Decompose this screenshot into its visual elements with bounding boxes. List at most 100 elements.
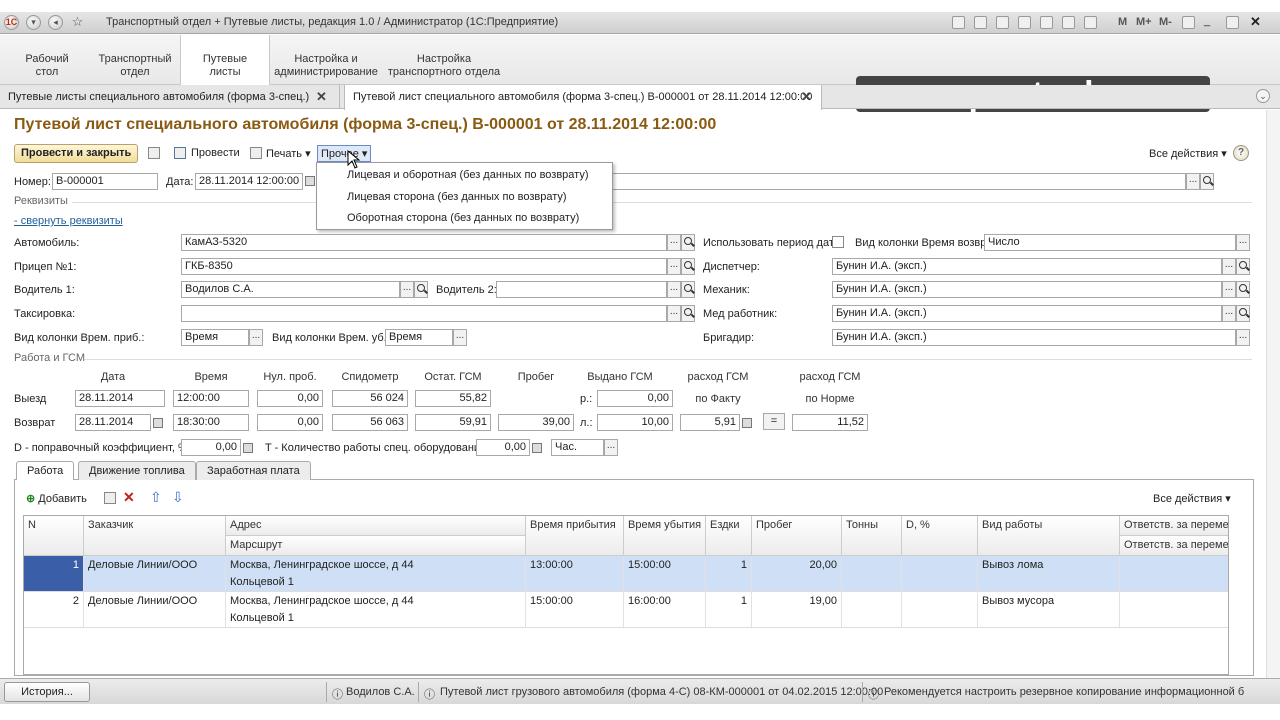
window-restore-icon[interactable] <box>1182 16 1195 29</box>
taxi-select-button[interactable]: ... <box>667 305 681 322</box>
status-user[interactable]: Водилов С.А. <box>346 686 415 698</box>
departure-remain-field[interactable]: 55,82 <box>415 390 491 407</box>
mechanic-field[interactable]: Бунин И.А. (эксп.) <box>832 281 1222 298</box>
section-transport[interactable]: Транспортный отдел <box>90 35 180 85</box>
maximize-icon[interactable] <box>1226 16 1239 29</box>
menu-item-front-back[interactable]: Лицевая и оборотная (без данных по возвр… <box>347 169 589 181</box>
return-column-field[interactable]: Число <box>984 234 1236 251</box>
medic-field[interactable]: Бунин И.А. (эксп.) <box>832 305 1222 322</box>
status-hint[interactable]: Рекомендуется настроить резервное копиро… <box>884 686 1244 698</box>
fuel-norm-field[interactable]: 11,52 <box>792 414 868 431</box>
add-row-button[interactable]: ⊕ Добавить <box>26 492 87 505</box>
number-field[interactable]: В-000001 <box>52 173 158 190</box>
toolbar-icon-6[interactable] <box>1062 16 1075 29</box>
toolbar-icon-4[interactable] <box>1018 16 1031 29</box>
menu-icon[interactable]: ▾ <box>26 15 41 30</box>
departure-date-field[interactable]: 28.11.2014 <box>75 390 165 407</box>
history-button[interactable]: История... <box>4 682 90 702</box>
search-icon[interactable] <box>681 234 695 251</box>
calendar-icon[interactable] <box>305 176 315 186</box>
post-and-close-button[interactable]: Провести и закрыть <box>14 144 139 163</box>
search-icon[interactable] <box>1236 281 1250 298</box>
search-icon[interactable] <box>414 281 428 298</box>
table-row[interactable]: 2 Деловые Линии/ООО Москва, Ленинградско… <box>24 592 1228 628</box>
departure-column-select[interactable]: ... <box>453 329 467 346</box>
departure-time-field[interactable]: 12:00:00 <box>173 390 249 407</box>
departure-speedometer-field[interactable]: 56 024 <box>332 390 408 407</box>
table-header-work-type[interactable]: Вид работы <box>978 516 1120 556</box>
tabs-menu-icon[interactable]: ⌄ <box>1256 89 1270 103</box>
memory-minus-button[interactable]: M- <box>1159 16 1172 28</box>
equals-button[interactable]: = <box>763 413 785 430</box>
back-icon[interactable]: ◂ <box>48 15 63 30</box>
help-icon[interactable]: ? <box>1233 145 1249 161</box>
save-icon[interactable] <box>148 147 160 159</box>
return-zero-field[interactable]: 0,00 <box>257 414 323 431</box>
driver1-field[interactable]: Водилов С.А. <box>181 281 400 298</box>
work-unit-field[interactable]: Час. <box>551 439 604 456</box>
all-actions-button[interactable]: Все действия ▾ <box>1149 147 1227 160</box>
departure-zero-field[interactable]: 0,00 <box>257 390 323 407</box>
brigadier-select[interactable]: ... <box>1236 329 1250 346</box>
taxi-field[interactable] <box>181 305 667 322</box>
app-logo-icon[interactable]: 1C <box>4 15 19 30</box>
menu-item-front[interactable]: Лицевая сторона (без данных по возврату) <box>347 191 567 203</box>
return-date-field[interactable]: 28.11.2014 <box>75 414 151 431</box>
dispatcher-select[interactable]: ... <box>1222 258 1236 275</box>
car-select-button[interactable]: ... <box>667 234 681 251</box>
return-column-select[interactable]: ... <box>1236 234 1250 251</box>
arrival-column-field[interactable]: Время <box>181 329 249 346</box>
use-period-checkbox[interactable] <box>832 236 844 248</box>
memory-plus-button[interactable]: M+ <box>1136 16 1152 28</box>
copy-icon[interactable] <box>104 492 116 504</box>
car-field[interactable]: КамАЗ-5320 <box>181 234 667 251</box>
menu-item-back[interactable]: Оборотная сторона (без данных по возврат… <box>347 212 579 224</box>
table-header-depart[interactable]: Время убытия <box>624 516 706 556</box>
table-header-mileage[interactable]: Пробег <box>752 516 842 556</box>
section-desktop[interactable]: Рабочий стол <box>14 35 80 85</box>
table-header-tons[interactable]: Тонны <box>842 516 902 556</box>
driver1-select-button[interactable]: ... <box>400 281 414 298</box>
toolbar-icon-5[interactable] <box>1040 16 1053 29</box>
calendar-icon[interactable] <box>153 418 163 428</box>
move-up-icon[interactable]: ⇧ <box>150 489 162 506</box>
table-header-d[interactable]: D, % <box>902 516 978 556</box>
tab-salary[interactable]: Заработная плата <box>196 461 311 480</box>
memory-m-button[interactable]: M <box>1118 16 1127 28</box>
section-waybills[interactable]: Путевые листы <box>180 35 270 86</box>
return-speedometer-field[interactable]: 56 063 <box>332 414 408 431</box>
table-header-trips[interactable]: Ездки <box>706 516 752 556</box>
toolbar-icon-3[interactable] <box>996 16 1009 29</box>
search-icon[interactable] <box>681 258 695 275</box>
delete-icon[interactable]: ✕ <box>123 489 135 506</box>
table-header-route[interactable]: Марсшрут <box>226 536 526 556</box>
favorites-star-icon[interactable]: ☆ <box>70 15 85 30</box>
org-select-button[interactable]: ... <box>1186 173 1200 190</box>
work-qty-field[interactable]: 0,00 <box>476 439 530 456</box>
collapse-requisites-link[interactable]: - свернуть реквизиты <box>14 215 123 227</box>
calculator-icon[interactable] <box>243 443 253 453</box>
driver2-field[interactable] <box>496 281 667 298</box>
calculator-icon[interactable] <box>532 443 542 453</box>
vertical-scrollbar[interactable] <box>1266 110 1280 678</box>
tab-waybill-document[interactable]: Путевой лист специального автомобиля (фо… <box>344 85 822 110</box>
search-icon[interactable] <box>681 305 695 322</box>
toolbar-icon-2[interactable] <box>974 16 987 29</box>
medic-select[interactable]: ... <box>1222 305 1236 322</box>
brigadier-field[interactable]: Бунин И.А. (эксп.) <box>832 329 1236 346</box>
search-icon[interactable] <box>681 281 695 298</box>
toolbar-icon-7[interactable] <box>1084 16 1097 29</box>
driver2-select-button[interactable]: ... <box>667 281 681 298</box>
tab-waybills-list[interactable]: Путевые листы специального автомобиля (ф… <box>0 85 340 109</box>
close-tab-icon[interactable]: ✕ <box>801 89 812 105</box>
search-icon[interactable] <box>1200 173 1214 190</box>
toolbar-icon-1[interactable] <box>952 16 965 29</box>
move-down-icon[interactable]: ⇩ <box>172 489 184 506</box>
table-header-customer[interactable]: Заказчик <box>84 516 226 556</box>
table-header-address[interactable]: Адрес <box>226 516 526 536</box>
trailer-field[interactable]: ГКБ-8350 <box>181 258 667 275</box>
section-admin[interactable]: Настройка и администрирование <box>272 35 380 85</box>
post-button[interactable]: Провести <box>191 147 240 159</box>
return-mileage-field[interactable]: 39,00 <box>498 414 574 431</box>
org-field[interactable] <box>612 173 1186 190</box>
